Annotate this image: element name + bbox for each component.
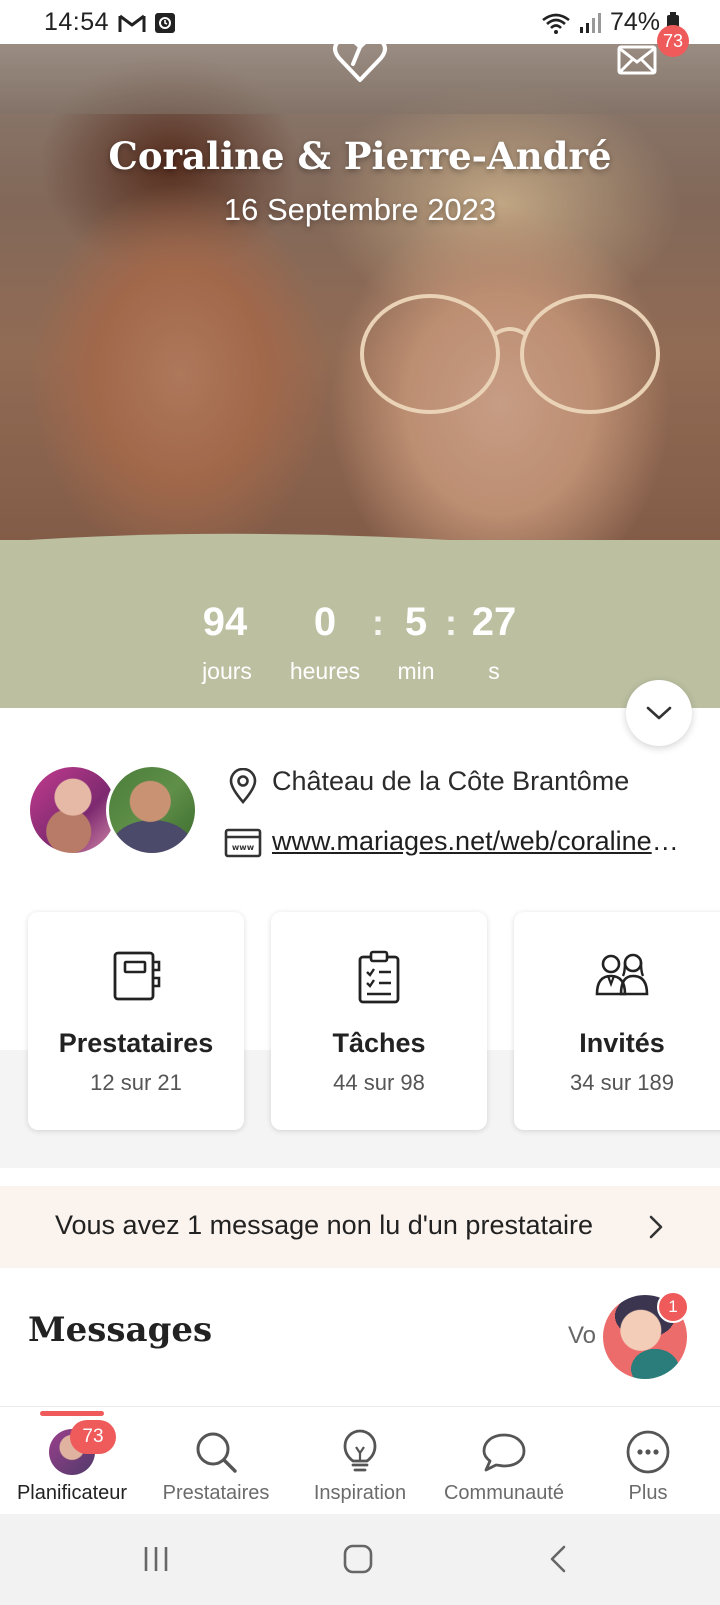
nav-badge: 73 (70, 1420, 116, 1454)
search-icon (196, 1432, 237, 1473)
status-time: 14:54 (44, 8, 110, 36)
nav-plus[interactable]: Plus (576, 1426, 720, 1505)
svg-text:www: www (232, 843, 255, 852)
countdown-seconds: 27 (471, 600, 517, 644)
banner-text: Vous avez 1 message non lu d'un prestata… (55, 1210, 593, 1240)
card-subtitle: 12 sur 21 (90, 1070, 182, 1095)
card-title: Prestataires (58, 1028, 214, 1058)
card-prestataires[interactable]: Prestataires 12 sur 21 (28, 912, 244, 1130)
wifi-icon (542, 13, 570, 34)
wedding-date: 16 Septembre 2023 (223, 192, 497, 227)
chevron-down-icon (646, 706, 672, 720)
hero-photo (0, 44, 720, 564)
countdown-days: 94 (202, 600, 248, 644)
unread-message-banner[interactable]: Vous avez 1 message non lu d'un prestata… (0, 1186, 720, 1268)
notification-icon (155, 13, 175, 33)
recent-apps-icon[interactable] (141, 1544, 171, 1574)
chevron-right-icon (649, 1215, 663, 1239)
website-icon: www (224, 828, 262, 858)
messages-see-all-link[interactable]: Vo (568, 1322, 596, 1350)
countdown-curve (0, 533, 720, 568)
countdown-seconds-label: s (488, 658, 500, 684)
nav-prestataires[interactable]: Prestataires (144, 1426, 288, 1505)
heart-logo-icon[interactable] (331, 34, 389, 84)
location-pin-icon (229, 768, 257, 804)
system-navigation-bar (0, 1514, 720, 1605)
nav-label: Plus (628, 1482, 668, 1504)
home-icon[interactable] (342, 1544, 374, 1574)
nav-label: Prestataires (162, 1482, 270, 1504)
nav-communaute[interactable]: Communauté (432, 1426, 576, 1505)
countdown-hours-label: heures (289, 658, 361, 684)
nav-label: Communauté (443, 1482, 565, 1504)
couple-names: Coraline & Pierre-André (108, 134, 612, 178)
back-icon[interactable] (548, 1544, 568, 1574)
guests-icon (595, 953, 649, 996)
card-title: Tâches (332, 1028, 426, 1058)
mail-badge: 73 (657, 25, 690, 57)
assistant-badge: 1 (657, 1291, 689, 1323)
lightbulb-icon (343, 1429, 377, 1472)
website-link[interactable]: www.mariages.net/web/coraline-et-pierre-… (272, 826, 684, 857)
countdown-hours: 0 (313, 600, 337, 644)
active-tab-indicator (40, 1411, 104, 1416)
countdown-minutes: 5 (404, 600, 428, 644)
avatar-pierre-andre[interactable] (106, 764, 198, 856)
card-taches[interactable]: Tâches 44 sur 98 (271, 912, 487, 1130)
nav-label: Inspiration (313, 1482, 407, 1504)
nav-label: Planificateur (16, 1482, 128, 1504)
notebook-icon (113, 951, 161, 1001)
chat-bubble-icon (482, 1433, 526, 1472)
glasses-illustration (360, 294, 660, 414)
expand-button[interactable] (626, 680, 692, 746)
messages-heading: Messages (28, 1310, 213, 1350)
more-icon (626, 1430, 670, 1474)
location-text: Château de la Côte Brantôme (272, 766, 630, 796)
signal-icon (579, 12, 601, 33)
card-invites[interactable]: Invités 34 sur 189 (514, 912, 720, 1130)
checklist-icon (358, 950, 400, 1004)
nav-inspiration[interactable]: Inspiration (288, 1426, 432, 1505)
card-subtitle: 44 sur 98 (333, 1070, 425, 1095)
countdown-days-label: jours (202, 658, 252, 684)
card-title: Invités (579, 1028, 665, 1058)
mail-icon[interactable] (617, 45, 657, 75)
nav-planificateur[interactable]: 73 Planificateur (0, 1420, 144, 1505)
gmail-icon (118, 14, 146, 32)
battery-percent: 74% (609, 8, 660, 36)
card-subtitle: 34 sur 189 (570, 1070, 674, 1095)
